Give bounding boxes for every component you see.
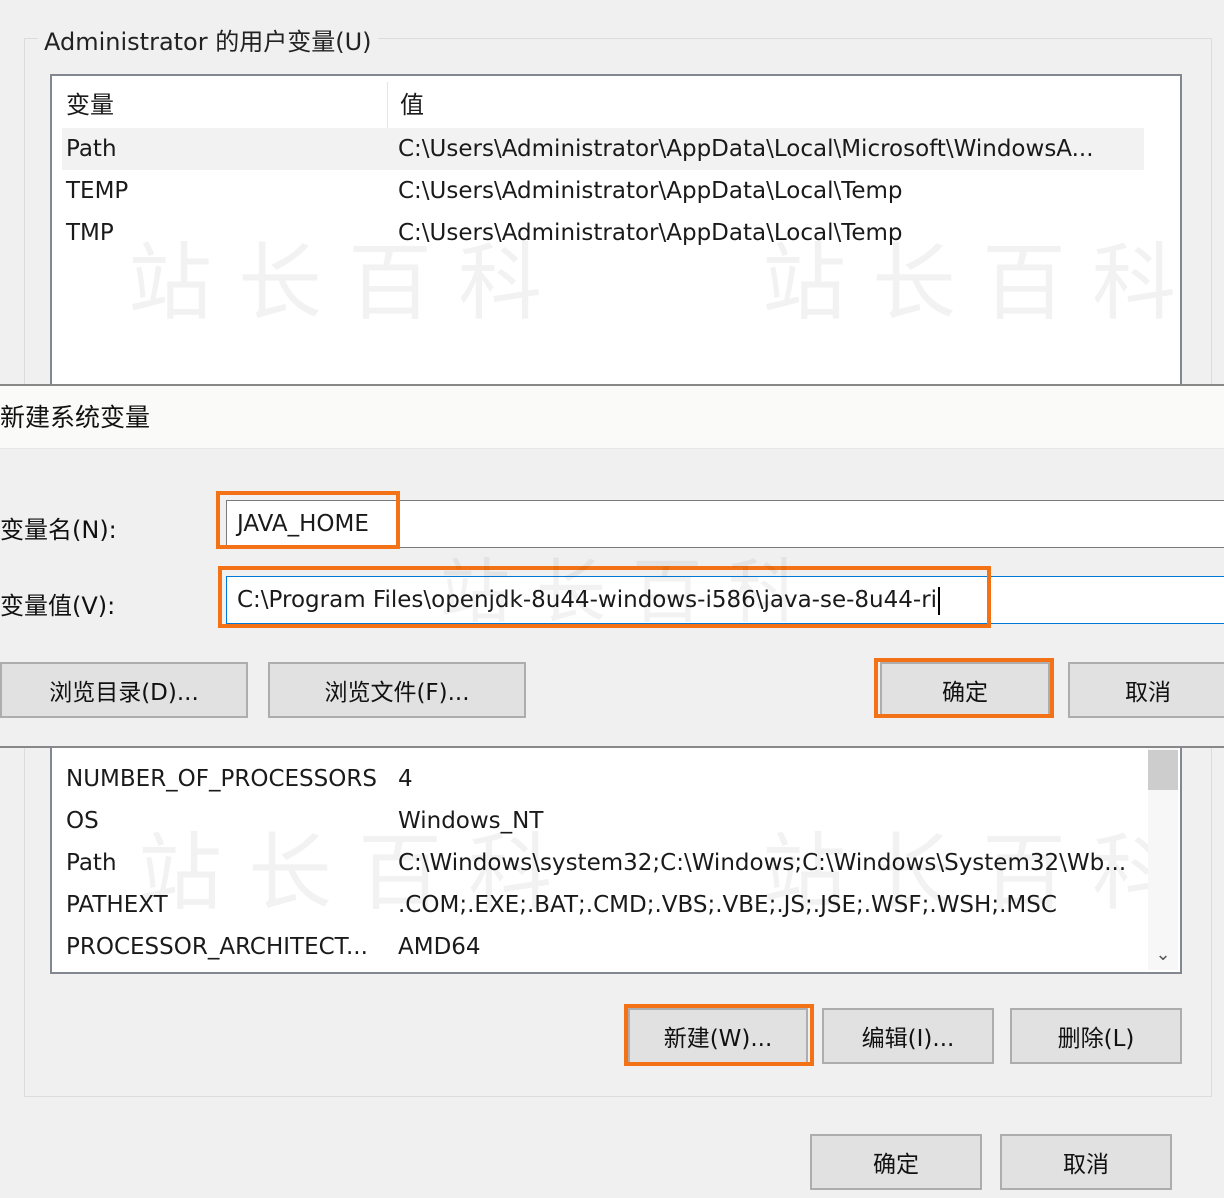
user-vars-group-title: Administrator 的用户变量(U)	[38, 22, 378, 57]
var-name: Path	[66, 136, 117, 162]
list-item[interactable]: TMP C:\Users\Administrator\AppData\Local…	[62, 212, 1144, 254]
vertical-scrollbar[interactable]: ⌄	[1148, 746, 1178, 970]
chevron-down-icon[interactable]: ⌄	[1154, 946, 1172, 964]
list-item[interactable]: OS Windows_NT	[62, 800, 1144, 842]
var-name: NUMBER_OF_PROCESSORS	[66, 766, 377, 792]
var-name: TEMP	[66, 178, 129, 204]
column-header-value[interactable]: 值	[388, 82, 1144, 128]
column-header-variable[interactable]: 变量	[62, 82, 388, 128]
var-value: C:\Users\Administrator\AppData\Local\Mic…	[398, 136, 1094, 162]
scrollbar-thumb[interactable]	[1148, 750, 1178, 790]
list-item[interactable]: Path C:\Users\Administrator\AppData\Loca…	[62, 128, 1144, 170]
delete-system-var-button[interactable]: 删除(L)	[1010, 1008, 1182, 1064]
footer-cancel-button[interactable]: 取消	[1000, 1134, 1172, 1190]
var-value: C:\Users\Administrator\AppData\Local\Tem…	[398, 178, 903, 204]
variable-name-label: 变量名(N):	[0, 516, 117, 544]
user-vars-list-header: 变量 值	[62, 82, 1144, 128]
footer-ok-button[interactable]: 确定	[810, 1134, 982, 1190]
list-item[interactable]: PROCESSOR_ARCHITECT... AMD64	[62, 926, 1144, 968]
browse-file-button[interactable]: 浏览文件(F)...	[268, 662, 526, 718]
dialog-titlebar[interactable]: 新建系统变量	[0, 386, 1224, 449]
var-name: Path	[66, 850, 117, 876]
var-value: Windows_NT	[398, 808, 544, 834]
new-system-variable-dialog: 新建系统变量 变量名(N): JAVA_HOME 变量值(V): C:\Prog…	[0, 384, 1224, 748]
dialog-cancel-button[interactable]: 取消	[1068, 662, 1224, 718]
var-value: 4	[398, 766, 413, 792]
highlight-box	[624, 1004, 814, 1066]
var-name: PATHEXT	[66, 892, 168, 918]
var-name: PROCESSOR_ARCHITECT...	[66, 934, 368, 960]
variable-value-label: 变量值(V):	[0, 592, 116, 620]
var-value: C:\Users\Administrator\AppData\Local\Tem…	[398, 220, 903, 246]
var-name: TMP	[66, 220, 114, 246]
var-value: AMD64	[398, 934, 481, 960]
highlight-box	[218, 566, 991, 628]
highlight-box	[874, 658, 1054, 718]
list-item[interactable]: PATHEXT .COM;.EXE;.BAT;.CMD;.VBS;.VBE;.J…	[62, 884, 1144, 926]
system-vars-list[interactable]: NUMBER_OF_PROCESSORS 4 OS Windows_NT Pat…	[50, 746, 1182, 974]
var-name: OS	[66, 808, 99, 834]
var-value: .COM;.EXE;.BAT;.CMD;.VBS;.VBE;.JS;.JSE;.…	[398, 892, 1057, 918]
dialog-title: 新建系统变量	[0, 403, 151, 432]
list-item[interactable]: Path C:\Windows\system32;C:\Windows;C:\W…	[62, 842, 1144, 884]
user-vars-list[interactable]: 变量 值 Path C:\Users\Administrator\AppData…	[50, 74, 1182, 390]
browse-directory-button[interactable]: 浏览目录(D)...	[0, 662, 248, 718]
list-item[interactable]: NUMBER_OF_PROCESSORS 4	[62, 758, 1144, 800]
highlight-box	[216, 491, 400, 549]
edit-system-var-button[interactable]: 编辑(I)...	[822, 1008, 994, 1064]
list-item[interactable]: TEMP C:\Users\Administrator\AppData\Loca…	[62, 170, 1144, 212]
var-value: C:\Windows\system32;C:\Windows;C:\Window…	[398, 850, 1127, 876]
